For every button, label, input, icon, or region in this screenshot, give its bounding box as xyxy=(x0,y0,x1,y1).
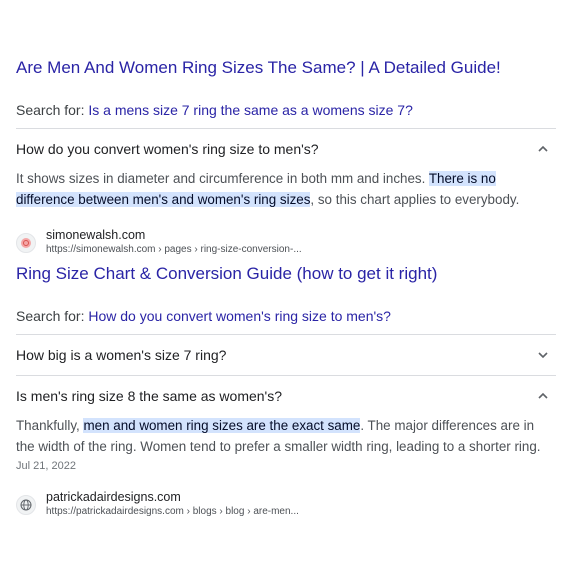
search-for-label: Search for: xyxy=(16,308,89,324)
source-url: https://patrickadairdesigns.com › blogs … xyxy=(46,506,299,517)
faq-answer: It shows sizes in diameter and circumfer… xyxy=(16,168,556,210)
faq-answer: Thankfully, men and women ring sizes are… xyxy=(16,415,556,457)
faq-question: Is men's ring size 8 the same as women's… xyxy=(16,388,283,404)
source-link[interactable]: patrickadairdesigns.com https://patricka… xyxy=(16,490,299,519)
faq-question-row[interactable]: Is men's ring size 8 the same as women's… xyxy=(16,385,556,407)
globe-icon xyxy=(16,494,36,515)
source-link[interactable]: simonewalsh.com https://simonewalsh.com … xyxy=(16,228,302,257)
answer-highlight: men and women ring sizes are the exact s… xyxy=(83,418,361,433)
divider xyxy=(16,128,556,129)
source-url: https://simonewalsh.com › pages › ring-s… xyxy=(46,244,302,255)
divider xyxy=(16,334,556,335)
chevron-up-icon xyxy=(538,392,548,399)
result-title-link[interactable]: Ring Size Chart & Conversion Guide (how … xyxy=(16,264,437,284)
chevron-up-icon xyxy=(538,145,548,152)
search-for-query-link[interactable]: Is a mens size 7 ring the same as a wome… xyxy=(88,102,412,118)
result-title-link[interactable]: Are Men And Women Ring Sizes The Same? |… xyxy=(16,58,501,78)
chevron-down-icon xyxy=(538,352,548,359)
rose-favicon-icon xyxy=(16,232,36,253)
source-name: simonewalsh.com xyxy=(46,228,146,242)
search-for-label: Search for: xyxy=(16,102,89,118)
answer-date: Jul 21, 2022 xyxy=(16,460,76,472)
faq-question: How do you convert women's ring size to … xyxy=(16,141,319,157)
search-for-query-link[interactable]: How do you convert women's ring size to … xyxy=(88,308,391,324)
source-name: patrickadairdesigns.com xyxy=(46,490,181,504)
faq-question-row[interactable]: How do you convert women's ring size to … xyxy=(16,138,556,160)
answer-text: Thankfully, xyxy=(16,418,84,433)
answer-text: , so this chart applies to everybody. xyxy=(310,192,520,207)
divider xyxy=(16,375,556,376)
faq-question-row[interactable]: How big is a women's size 7 ring? xyxy=(16,344,556,366)
search-for-line: Search for: How do you convert women's r… xyxy=(16,308,391,324)
search-for-line: Search for: Is a mens size 7 ring the sa… xyxy=(16,102,413,118)
answer-text: It shows sizes in diameter and circumfer… xyxy=(16,171,429,186)
faq-question: How big is a women's size 7 ring? xyxy=(16,347,227,363)
